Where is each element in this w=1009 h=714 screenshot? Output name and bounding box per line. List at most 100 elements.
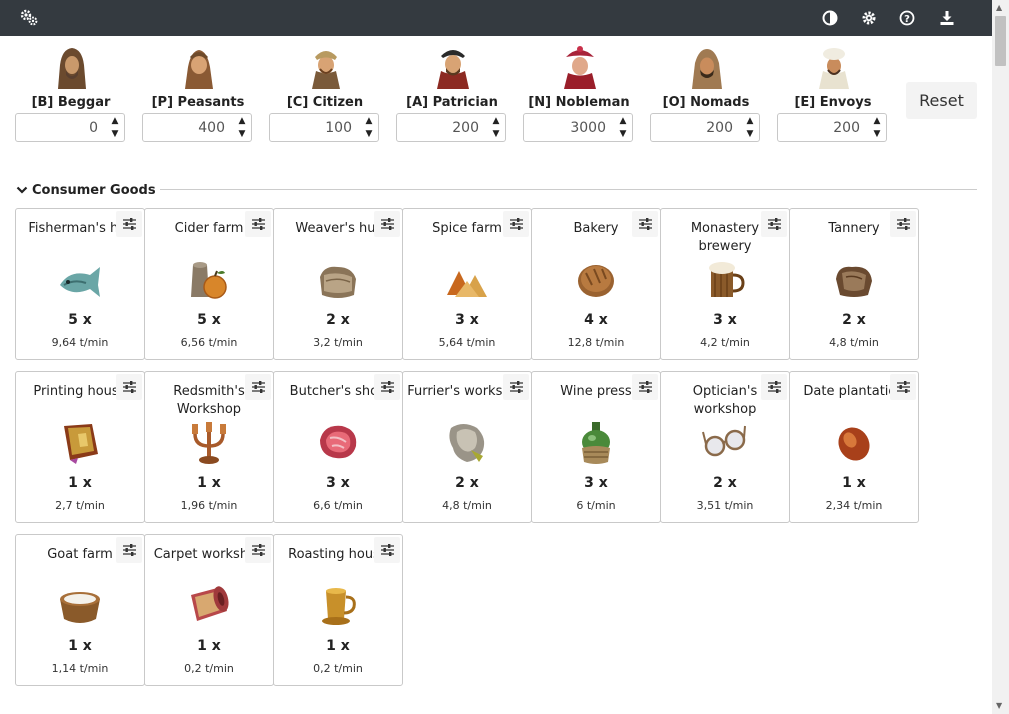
settings-sliders-icon[interactable] bbox=[503, 374, 529, 400]
building-count: 2 x bbox=[455, 475, 479, 491]
production-rate: 3,2 t/min bbox=[313, 336, 363, 349]
contrast-icon[interactable] bbox=[818, 6, 842, 30]
population-label: [A] Patrician bbox=[406, 95, 498, 110]
production-rate: 6,6 t/min bbox=[313, 499, 363, 512]
goods-card: Carpet workshop 1 x 0,2 t/min bbox=[144, 534, 274, 686]
settings-sliders-icon[interactable] bbox=[245, 537, 271, 563]
building-count: 2 x bbox=[326, 312, 350, 328]
leather-icon bbox=[836, 266, 872, 297]
nobleman-portrait-icon bbox=[564, 46, 596, 89]
fish-icon bbox=[60, 267, 100, 297]
population-input[interactable]: 100 ▲ ▼ bbox=[269, 113, 379, 142]
nomad-portrait-icon bbox=[692, 49, 722, 89]
settings-sliders-icon[interactable] bbox=[761, 211, 787, 237]
spin-up-icon[interactable]: ▲ bbox=[366, 116, 373, 126]
wine-icon bbox=[582, 422, 610, 464]
building-count: 5 x bbox=[68, 312, 92, 328]
building-count: 3 x bbox=[713, 312, 737, 328]
population-input[interactable]: 200 ▲ ▼ bbox=[396, 113, 506, 142]
scrollbar-thumb[interactable] bbox=[995, 16, 1006, 66]
goods-card: Date plantation 1 x 2,34 t/min bbox=[789, 371, 919, 523]
settings-sliders-icon[interactable] bbox=[374, 537, 400, 563]
settings-sliders-icon[interactable] bbox=[503, 211, 529, 237]
spin-up-icon[interactable]: ▲ bbox=[874, 116, 881, 126]
spin-down-icon[interactable]: ▼ bbox=[493, 129, 500, 139]
settings-sliders-icon[interactable] bbox=[374, 211, 400, 237]
settings-sliders-icon[interactable] bbox=[245, 374, 271, 400]
production-rate: 5,64 t/min bbox=[438, 336, 496, 349]
spin-down-icon[interactable]: ▼ bbox=[366, 129, 373, 139]
settings-sliders-icon[interactable] bbox=[761, 374, 787, 400]
production-rate: 12,8 t/min bbox=[567, 336, 625, 349]
building-count: 2 x bbox=[842, 312, 866, 328]
building-count: 2 x bbox=[713, 475, 737, 491]
production-rate: 0,2 t/min bbox=[313, 662, 363, 675]
settings-sliders-icon[interactable] bbox=[116, 374, 142, 400]
production-rate: 2,34 t/min bbox=[825, 499, 883, 512]
scroll-down-arrow-icon[interactable]: ▼ bbox=[996, 702, 1002, 710]
building-count: 1 x bbox=[197, 638, 221, 654]
production-rate: 9,64 t/min bbox=[51, 336, 109, 349]
production-rate: 6,56 t/min bbox=[180, 336, 238, 349]
help-icon[interactable]: ? bbox=[895, 6, 919, 30]
spin-down-icon[interactable]: ▼ bbox=[112, 129, 119, 139]
settings-sliders-icon[interactable] bbox=[890, 374, 916, 400]
goods-card: Printing house 1 x 2,7 t/min bbox=[15, 371, 145, 523]
candlestick-icon bbox=[192, 422, 226, 464]
building-count: 5 x bbox=[197, 312, 221, 328]
building-count: 1 x bbox=[68, 638, 92, 654]
production-rate: 4,8 t/min bbox=[442, 499, 492, 512]
spin-up-icon[interactable]: ▲ bbox=[620, 116, 627, 126]
citizen-portrait-icon bbox=[312, 51, 340, 89]
goods-card: Butcher's shop 3 x 6,6 t/min bbox=[273, 371, 403, 523]
building-count: 3 x bbox=[326, 475, 350, 491]
goods-card: Optician's workshop 2 x 3,51 t/min bbox=[660, 371, 790, 523]
milk-icon bbox=[60, 592, 100, 623]
settings-sliders-icon[interactable] bbox=[245, 211, 271, 237]
settings-sliders-icon[interactable] bbox=[632, 211, 658, 237]
population-input[interactable]: 200 ▲ ▼ bbox=[777, 113, 887, 142]
consumer-goods-toggle[interactable]: Consumer Goods bbox=[16, 182, 156, 198]
building-count: 1 x bbox=[326, 638, 350, 654]
building-count: 1 x bbox=[68, 475, 92, 491]
spin-down-icon[interactable]: ▼ bbox=[239, 129, 246, 139]
production-rate: 4,8 t/min bbox=[829, 336, 879, 349]
envoy-portrait-icon bbox=[819, 48, 849, 89]
settings-icon[interactable] bbox=[857, 6, 881, 30]
patrician-portrait-icon bbox=[437, 50, 469, 89]
download-icon[interactable] bbox=[935, 6, 959, 30]
settings-sliders-icon[interactable] bbox=[374, 374, 400, 400]
building-count: 1 x bbox=[197, 475, 221, 491]
dates-icon bbox=[838, 427, 870, 461]
spin-up-icon[interactable]: ▲ bbox=[747, 116, 754, 126]
spin-down-icon[interactable]: ▼ bbox=[620, 129, 627, 139]
goods-card: Furrier's workshop 2 x 4,8 t/min bbox=[402, 371, 532, 523]
settings-sliders-icon[interactable] bbox=[632, 374, 658, 400]
top-navbar: ? bbox=[0, 0, 992, 36]
spin-up-icon[interactable]: ▲ bbox=[239, 116, 246, 126]
scroll-up-arrow-icon[interactable]: ▲ bbox=[996, 4, 1002, 12]
population-input[interactable]: 200 ▲ ▼ bbox=[650, 113, 760, 142]
population-input[interactable]: 400 ▲ ▼ bbox=[142, 113, 252, 142]
population-label: [P] Peasants bbox=[151, 95, 245, 110]
spin-down-icon[interactable]: ▼ bbox=[747, 129, 754, 139]
spin-up-icon[interactable]: ▲ bbox=[493, 116, 500, 126]
gears-icon[interactable] bbox=[17, 6, 41, 30]
page-scrollbar[interactable]: ▲ ▼ bbox=[992, 0, 1009, 714]
reset-button[interactable]: Reset bbox=[906, 82, 977, 119]
goods-card: Redsmith's Workshop 1 x 1,96 t/min bbox=[144, 371, 274, 523]
fur-icon bbox=[449, 424, 485, 462]
spin-down-icon[interactable]: ▼ bbox=[874, 129, 881, 139]
settings-sliders-icon[interactable] bbox=[116, 211, 142, 237]
spin-up-icon[interactable]: ▲ bbox=[112, 116, 119, 126]
cloth-icon bbox=[320, 266, 356, 298]
population-input[interactable]: 3000 ▲ ▼ bbox=[523, 113, 633, 142]
goods-card: Goat farm 1 x 1,14 t/min bbox=[15, 534, 145, 686]
settings-sliders-icon[interactable] bbox=[890, 211, 916, 237]
population-input[interactable]: 0 ▲ ▼ bbox=[15, 113, 125, 142]
meat-icon bbox=[320, 425, 357, 459]
building-count: 4 x bbox=[584, 312, 608, 328]
goods-card: Bakery 4 x 12,8 t/min bbox=[531, 208, 661, 360]
settings-sliders-icon[interactable] bbox=[116, 537, 142, 563]
spices-icon bbox=[447, 271, 487, 297]
